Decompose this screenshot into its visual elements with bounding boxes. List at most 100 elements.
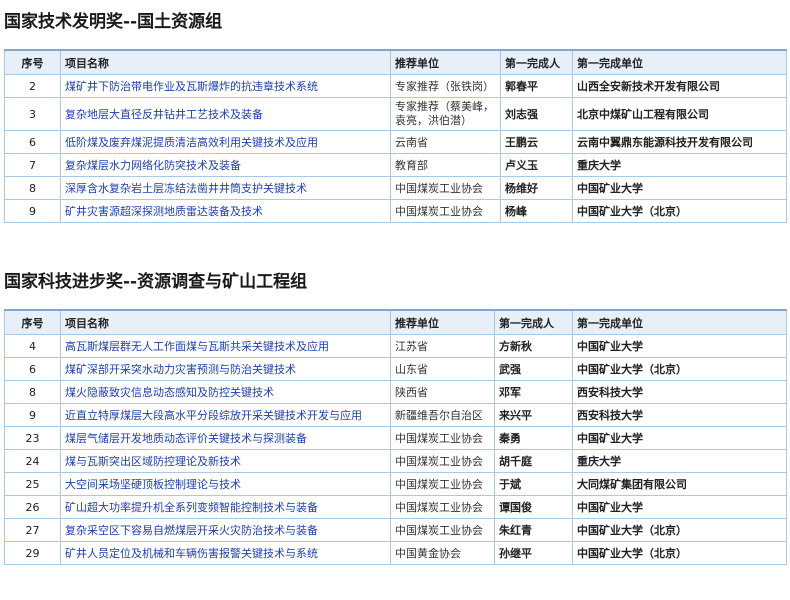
recommender-cell: 云南省: [390, 130, 501, 154]
recommender-cell: 中国黄金协会: [390, 541, 495, 565]
header-project-name: 项目名称: [60, 309, 391, 335]
cell-no: 8: [4, 176, 61, 200]
cell-no: 4: [4, 334, 61, 358]
table-header-row: 序号 项目名称 推荐单位 第一完成人 第一完成单位: [4, 309, 787, 335]
first-org-cell: 中国矿业大学（北京）: [572, 518, 787, 542]
table-row: 26 矿山超大功率提升机全系列变频智能控制技术与装备 中国煤炭工业协会 谭国俊 中国矿业…: [4, 495, 787, 519]
first-org-cell: 西安科技大学: [572, 380, 787, 404]
table-row: 27 复杂采空区下容易自燃煤层开采火灾防治技术与装备 中国煤炭工业协会 朱红青 中国矿业…: [4, 518, 787, 542]
first-person-cell: 于斌: [494, 472, 573, 496]
header-project-name: 项目名称: [60, 49, 391, 75]
project-name-link[interactable]: 煤与瓦斯突出区域防控理论及新技术: [60, 449, 391, 473]
section-title-progress: 国家科技进步奖--资源调查与矿山工程组: [4, 272, 308, 292]
recommender-cell: 中国煤炭工业协会: [390, 518, 495, 542]
project-name-link[interactable]: 近直立特厚煤层大段高水平分段综放开采关键技术开发与应用: [60, 403, 391, 427]
recommender-cell: 陕西省: [390, 380, 495, 404]
first-person-cell: 邓军: [494, 380, 573, 404]
header-first-org: 第一完成单位: [572, 49, 787, 75]
first-org-cell: 中国矿业大学: [572, 426, 787, 450]
table-row: 25 大空间采场坚硬顶板控制理论与技术 中国煤炭工业协会 于斌 大同煤矿集团有限公司: [4, 472, 787, 496]
header-first-org: 第一完成单位: [572, 309, 787, 335]
cell-no: 25: [4, 472, 61, 496]
project-name-link[interactable]: 复杂采空区下容易自燃煤层开采火灾防治技术与装备: [60, 518, 391, 542]
first-org-cell: 西安科技大学: [572, 403, 787, 427]
cell-no: 7: [4, 153, 61, 177]
recommender-cell: 中国煤炭工业协会: [390, 199, 501, 223]
first-person-cell: 胡千庭: [494, 449, 573, 473]
table-row: 3 复杂地层大直径反井钻井工艺技术及装备 专家推荐（蔡美峰，袁亮，洪伯潜） 刘志强 北京…: [4, 97, 787, 131]
header-no: 序号: [4, 309, 61, 335]
first-person-cell: 杨峰: [500, 199, 573, 223]
recommender-cell: 专家推荐（张铁岗）: [390, 74, 501, 98]
cell-no: 9: [4, 403, 61, 427]
recommender-cell: 江苏省: [390, 334, 495, 358]
cell-no: 6: [4, 357, 61, 381]
table-row: 2 煤矿井下防治带电作业及瓦斯爆炸的抗违章技术系统 专家推荐（张铁岗） 郭春平 山西全安…: [4, 74, 787, 98]
header-first-person: 第一完成人: [494, 309, 573, 335]
progress-award-table: 序号 项目名称 推荐单位 第一完成人 第一完成单位 4 高瓦斯煤层群无人工作面煤与…: [4, 309, 787, 565]
table-row: 29 矿井人员定位及机械和车辆伤害报警关键技术与系统 中国黄金协会 孙继平 中国矿业大学…: [4, 541, 787, 565]
project-name-link[interactable]: 大空间采场坚硬顶板控制理论与技术: [60, 472, 391, 496]
invention-award-table: 序号 项目名称 推荐单位 第一完成人 第一完成单位 2 煤矿井下防治带电作业及瓦斯…: [4, 49, 787, 223]
first-person-cell: 武强: [494, 357, 573, 381]
first-person-cell: 郭春平: [500, 74, 573, 98]
cell-no: 6: [4, 130, 61, 154]
header-recommender: 推荐单位: [390, 309, 495, 335]
cell-no: 9: [4, 199, 61, 223]
cell-no: 3: [4, 97, 61, 131]
project-name-link[interactable]: 复杂地层大直径反井钻井工艺技术及装备: [60, 97, 391, 131]
first-person-cell: 孙继平: [494, 541, 573, 565]
first-org-cell: 大同煤矿集团有限公司: [572, 472, 787, 496]
table-row: 24 煤与瓦斯突出区域防控理论及新技术 中国煤炭工业协会 胡千庭 重庆大学: [4, 449, 787, 473]
recommender-cell: 中国煤炭工业协会: [390, 472, 495, 496]
first-org-cell: 中国矿业大学: [572, 334, 787, 358]
cell-no: 29: [4, 541, 61, 565]
table-row: 8 深厚含水复杂岩土层冻结法凿井井筒支护关键技术 中国煤炭工业协会 杨维好 中国矿业大学: [4, 176, 787, 200]
table-row: 4 高瓦斯煤层群无人工作面煤与瓦斯共采关键技术及应用 江苏省 方新秋 中国矿业大学: [4, 334, 787, 358]
first-org-cell: 中国矿业大学（北京）: [572, 541, 787, 565]
header-first-person: 第一完成人: [500, 49, 573, 75]
project-name-link[interactable]: 煤矿深部开采突水动力灾害预测与防治关键技术: [60, 357, 391, 381]
cell-no: 26: [4, 495, 61, 519]
project-name-link[interactable]: 矿山超大功率提升机全系列变频智能控制技术与装备: [60, 495, 391, 519]
first-person-cell: 来兴平: [494, 403, 573, 427]
project-name-link[interactable]: 矿井灾害源超深探测地质雷达装备及技术: [60, 199, 391, 223]
first-org-cell: 重庆大学: [572, 153, 787, 177]
project-name-link[interactable]: 高瓦斯煤层群无人工作面煤与瓦斯共采关键技术及应用: [60, 334, 391, 358]
recommender-cell: 专家推荐（蔡美峰，袁亮，洪伯潜）: [390, 97, 501, 131]
project-name-link[interactable]: 矿井人员定位及机械和车辆伤害报警关键技术与系统: [60, 541, 391, 565]
first-org-cell: 山西全安新技术开发有限公司: [572, 74, 787, 98]
recommender-cell: 中国煤炭工业协会: [390, 449, 495, 473]
first-org-cell: 重庆大学: [572, 449, 787, 473]
recommender-cell: 教育部: [390, 153, 501, 177]
table-row: 8 煤火隐蔽致灾信息动态感知及防控关键技术 陕西省 邓军 西安科技大学: [4, 380, 787, 404]
recommender-cell: 中国煤炭工业协会: [390, 495, 495, 519]
table-header-row: 序号 项目名称 推荐单位 第一完成人 第一完成单位: [4, 49, 787, 75]
cell-no: 2: [4, 74, 61, 98]
first-person-cell: 秦勇: [494, 426, 573, 450]
first-person-cell: 朱红青: [494, 518, 573, 542]
table-row: 7 复杂煤层水力网络化防突技术及装备 教育部 卢义玉 重庆大学: [4, 153, 787, 177]
project-name-link[interactable]: 煤火隐蔽致灾信息动态感知及防控关键技术: [60, 380, 391, 404]
first-org-cell: 云南中翼鼎东能源科技开发有限公司: [572, 130, 787, 154]
first-person-cell: 刘志强: [500, 97, 573, 131]
first-org-cell: 中国矿业大学（北京）: [572, 199, 787, 223]
project-name-link[interactable]: 复杂煤层水力网络化防突技术及装备: [60, 153, 391, 177]
project-name-link[interactable]: 煤矿井下防治带电作业及瓦斯爆炸的抗违章技术系统: [60, 74, 391, 98]
first-person-cell: 谭国俊: [494, 495, 573, 519]
cell-no: 23: [4, 426, 61, 450]
first-person-cell: 王鹏云: [500, 130, 573, 154]
project-name-link[interactable]: 低阶煤及废弃煤泥提质清洁高效利用关键技术及应用: [60, 130, 391, 154]
first-person-cell: 方新秋: [494, 334, 573, 358]
section-title-invention: 国家技术发明奖--国土资源组: [4, 12, 223, 32]
first-person-cell: 卢义玉: [500, 153, 573, 177]
project-name-link[interactable]: 深厚含水复杂岩土层冻结法凿井井筒支护关键技术: [60, 176, 391, 200]
first-person-cell: 杨维好: [500, 176, 573, 200]
cell-no: 27: [4, 518, 61, 542]
cell-no: 24: [4, 449, 61, 473]
first-org-cell: 北京中煤矿山工程有限公司: [572, 97, 787, 131]
first-org-cell: 中国矿业大学: [572, 495, 787, 519]
table-row: 23 煤层气储层开发地质动态评价关键技术与探测装备 中国煤炭工业协会 秦勇 中国矿业大学: [4, 426, 787, 450]
project-name-link[interactable]: 煤层气储层开发地质动态评价关键技术与探测装备: [60, 426, 391, 450]
recommender-cell: 中国煤炭工业协会: [390, 426, 495, 450]
